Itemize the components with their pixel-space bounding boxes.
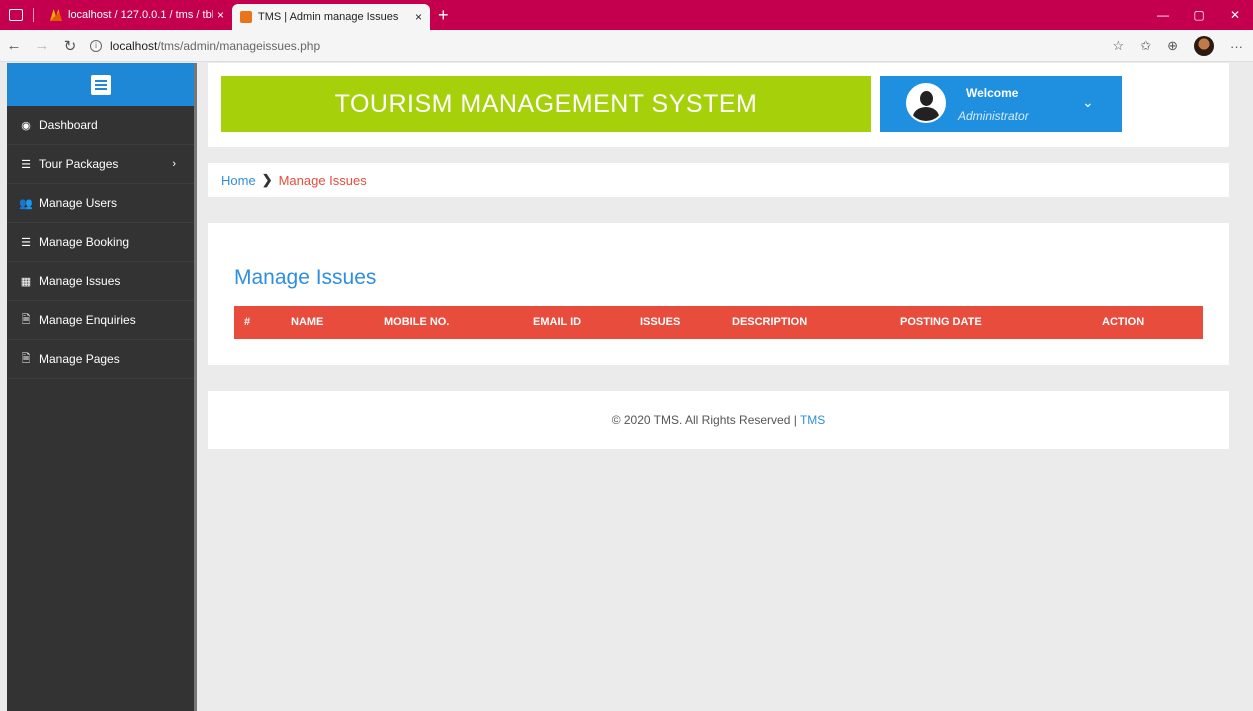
sidebar-item-manage-booking[interactable]: ☰ Manage Booking — [7, 223, 194, 262]
column-header-description[interactable]: DESCRIPTION — [732, 306, 807, 339]
breadcrumb-current: Manage Issues — [278, 172, 367, 188]
collections-icon[interactable]: ⊕ — [1167, 38, 1178, 54]
close-tab-icon[interactable]: × — [415, 10, 422, 24]
page-title: Manage Issues — [234, 266, 377, 289]
sidebar-item-label: Manage Issues — [39, 274, 121, 288]
column-header-name[interactable]: NAME — [291, 306, 323, 339]
browser-tab-phpmyadmin[interactable]: localhost / 127.0.0.1 / tms / tblu × — [42, 0, 232, 30]
file-icon: 🗎 — [21, 352, 31, 365]
sidebar-item-manage-users[interactable]: 👥 Manage Users — [7, 184, 194, 223]
sidebar-item-tour-packages[interactable]: ☰ Tour Packages › — [7, 145, 194, 184]
main-content: Manage Issues # NAME MOBILE NO. EMAIL ID… — [208, 223, 1229, 365]
header: TOURISM MANAGEMENT SYSTEM Welcome Admini… — [208, 63, 1229, 147]
window-controls: — ▢ ✕ — [1145, 0, 1253, 30]
breadcrumb: Home ❯ Manage Issues — [208, 163, 1229, 197]
close-tab-icon[interactable]: × — [217, 8, 224, 22]
table-icon: ▦ — [20, 275, 32, 288]
user-avatar-icon — [906, 83, 946, 123]
hamburger-menu-icon[interactable] — [90, 74, 111, 95]
sidebar: ◉ Dashboard ☰ Tour Packages › 👥 Manage U… — [7, 63, 194, 711]
tab-title: TMS | Admin manage Issues — [258, 11, 399, 23]
dashboard-icon: ◉ — [21, 119, 31, 132]
breadcrumb-separator-icon: ❯ — [261, 172, 273, 187]
list-icon: ☰ — [21, 158, 31, 171]
users-icon: 👥 — [19, 197, 33, 210]
minimize-icon[interactable]: — — [1145, 0, 1181, 30]
column-header-action[interactable]: ACTION — [1102, 306, 1144, 339]
sidebar-item-label: Manage Users — [39, 196, 118, 210]
sidebar-item-label: Manage Enquiries — [39, 313, 136, 327]
footer-copyright: © 2020 TMS. All Rights Reserved | — [611, 413, 800, 427]
footer: © 2020 TMS. All Rights Reserved | TMS — [208, 391, 1229, 449]
forward-icon[interactable]: → — [28, 37, 56, 54]
back-icon[interactable]: ← — [0, 37, 28, 54]
column-header-number[interactable]: # — [244, 306, 250, 339]
close-window-icon[interactable]: ✕ — [1217, 0, 1253, 30]
browser-toolbar: ☆ ✩ ⊕ ··· — [1113, 30, 1243, 62]
sidebar-toggle-bar — [7, 63, 194, 106]
refresh-icon[interactable]: ↻ — [56, 37, 84, 55]
maximize-icon[interactable]: ▢ — [1181, 0, 1217, 30]
chevron-down-icon: ⌄ — [1082, 94, 1094, 110]
column-header-email[interactable]: EMAIL ID — [533, 306, 581, 339]
sidebar-scrollbar[interactable] — [194, 63, 197, 711]
tab-divider — [33, 8, 34, 22]
tab-actions-icon[interactable] — [9, 9, 23, 21]
browser-tab-bar: localhost / 127.0.0.1 / tms / tblu × TMS… — [0, 0, 1253, 30]
sidebar-item-label: Tour Packages — [39, 157, 119, 171]
issues-table-header: # NAME MOBILE NO. EMAIL ID ISSUES DESCRI… — [234, 306, 1203, 339]
sidebar-item-manage-enquiries[interactable]: 🗎 Manage Enquiries — [7, 301, 194, 340]
user-menu-dropdown[interactable]: Welcome Administrator ⌄ — [880, 76, 1122, 132]
list-icon: ☰ — [21, 236, 31, 249]
sidebar-item-manage-issues[interactable]: ▦ Manage Issues — [7, 262, 194, 301]
sidebar-item-label: Manage Pages — [39, 352, 120, 366]
new-tab-button[interactable]: + — [438, 5, 449, 26]
column-header-issues[interactable]: ISSUES — [640, 306, 680, 339]
column-header-posting-date[interactable]: POSTING DATE — [900, 306, 982, 339]
more-menu-icon[interactable]: ··· — [1230, 39, 1243, 54]
sidebar-item-label: Dashboard — [39, 118, 98, 132]
address-bar: ← → ↻ i localhost/tms/admin/manageissues… — [0, 30, 1253, 62]
url-path: /tms/admin/manageissues.php — [157, 38, 321, 53]
favorites-list-icon[interactable]: ✩ — [1140, 38, 1151, 54]
sidebar-item-manage-pages[interactable]: 🗎 Manage Pages — [7, 340, 194, 379]
column-header-mobile[interactable]: MOBILE NO. — [384, 306, 449, 339]
sidebar-item-dashboard[interactable]: ◉ Dashboard — [7, 106, 194, 145]
user-role-label: Administrator — [958, 109, 1029, 123]
url-host: localhost — [110, 38, 158, 53]
footer-tms-link[interactable]: TMS — [800, 413, 825, 427]
sidebar-item-label: Manage Booking — [39, 235, 130, 249]
profile-avatar[interactable] — [1194, 36, 1214, 56]
favorite-star-icon[interactable]: ☆ — [1113, 38, 1125, 54]
site-info-icon[interactable]: i — [90, 39, 102, 52]
browser-tab-tms[interactable]: TMS | Admin manage Issues × — [232, 4, 430, 30]
tms-favicon-icon — [240, 11, 252, 23]
breadcrumb-home-link[interactable]: Home — [221, 173, 256, 188]
file-icon: 🗎 — [21, 313, 31, 326]
tab-title: localhost / 127.0.0.1 / tms / tblu — [68, 9, 213, 21]
welcome-label: Welcome — [966, 86, 1019, 100]
url-field[interactable]: i localhost/tms/admin/manageissues.php — [90, 39, 320, 53]
chevron-right-icon: › — [172, 158, 176, 170]
phpmyadmin-favicon-icon — [50, 9, 62, 21]
site-brand-title: TOURISM MANAGEMENT SYSTEM — [221, 76, 871, 132]
